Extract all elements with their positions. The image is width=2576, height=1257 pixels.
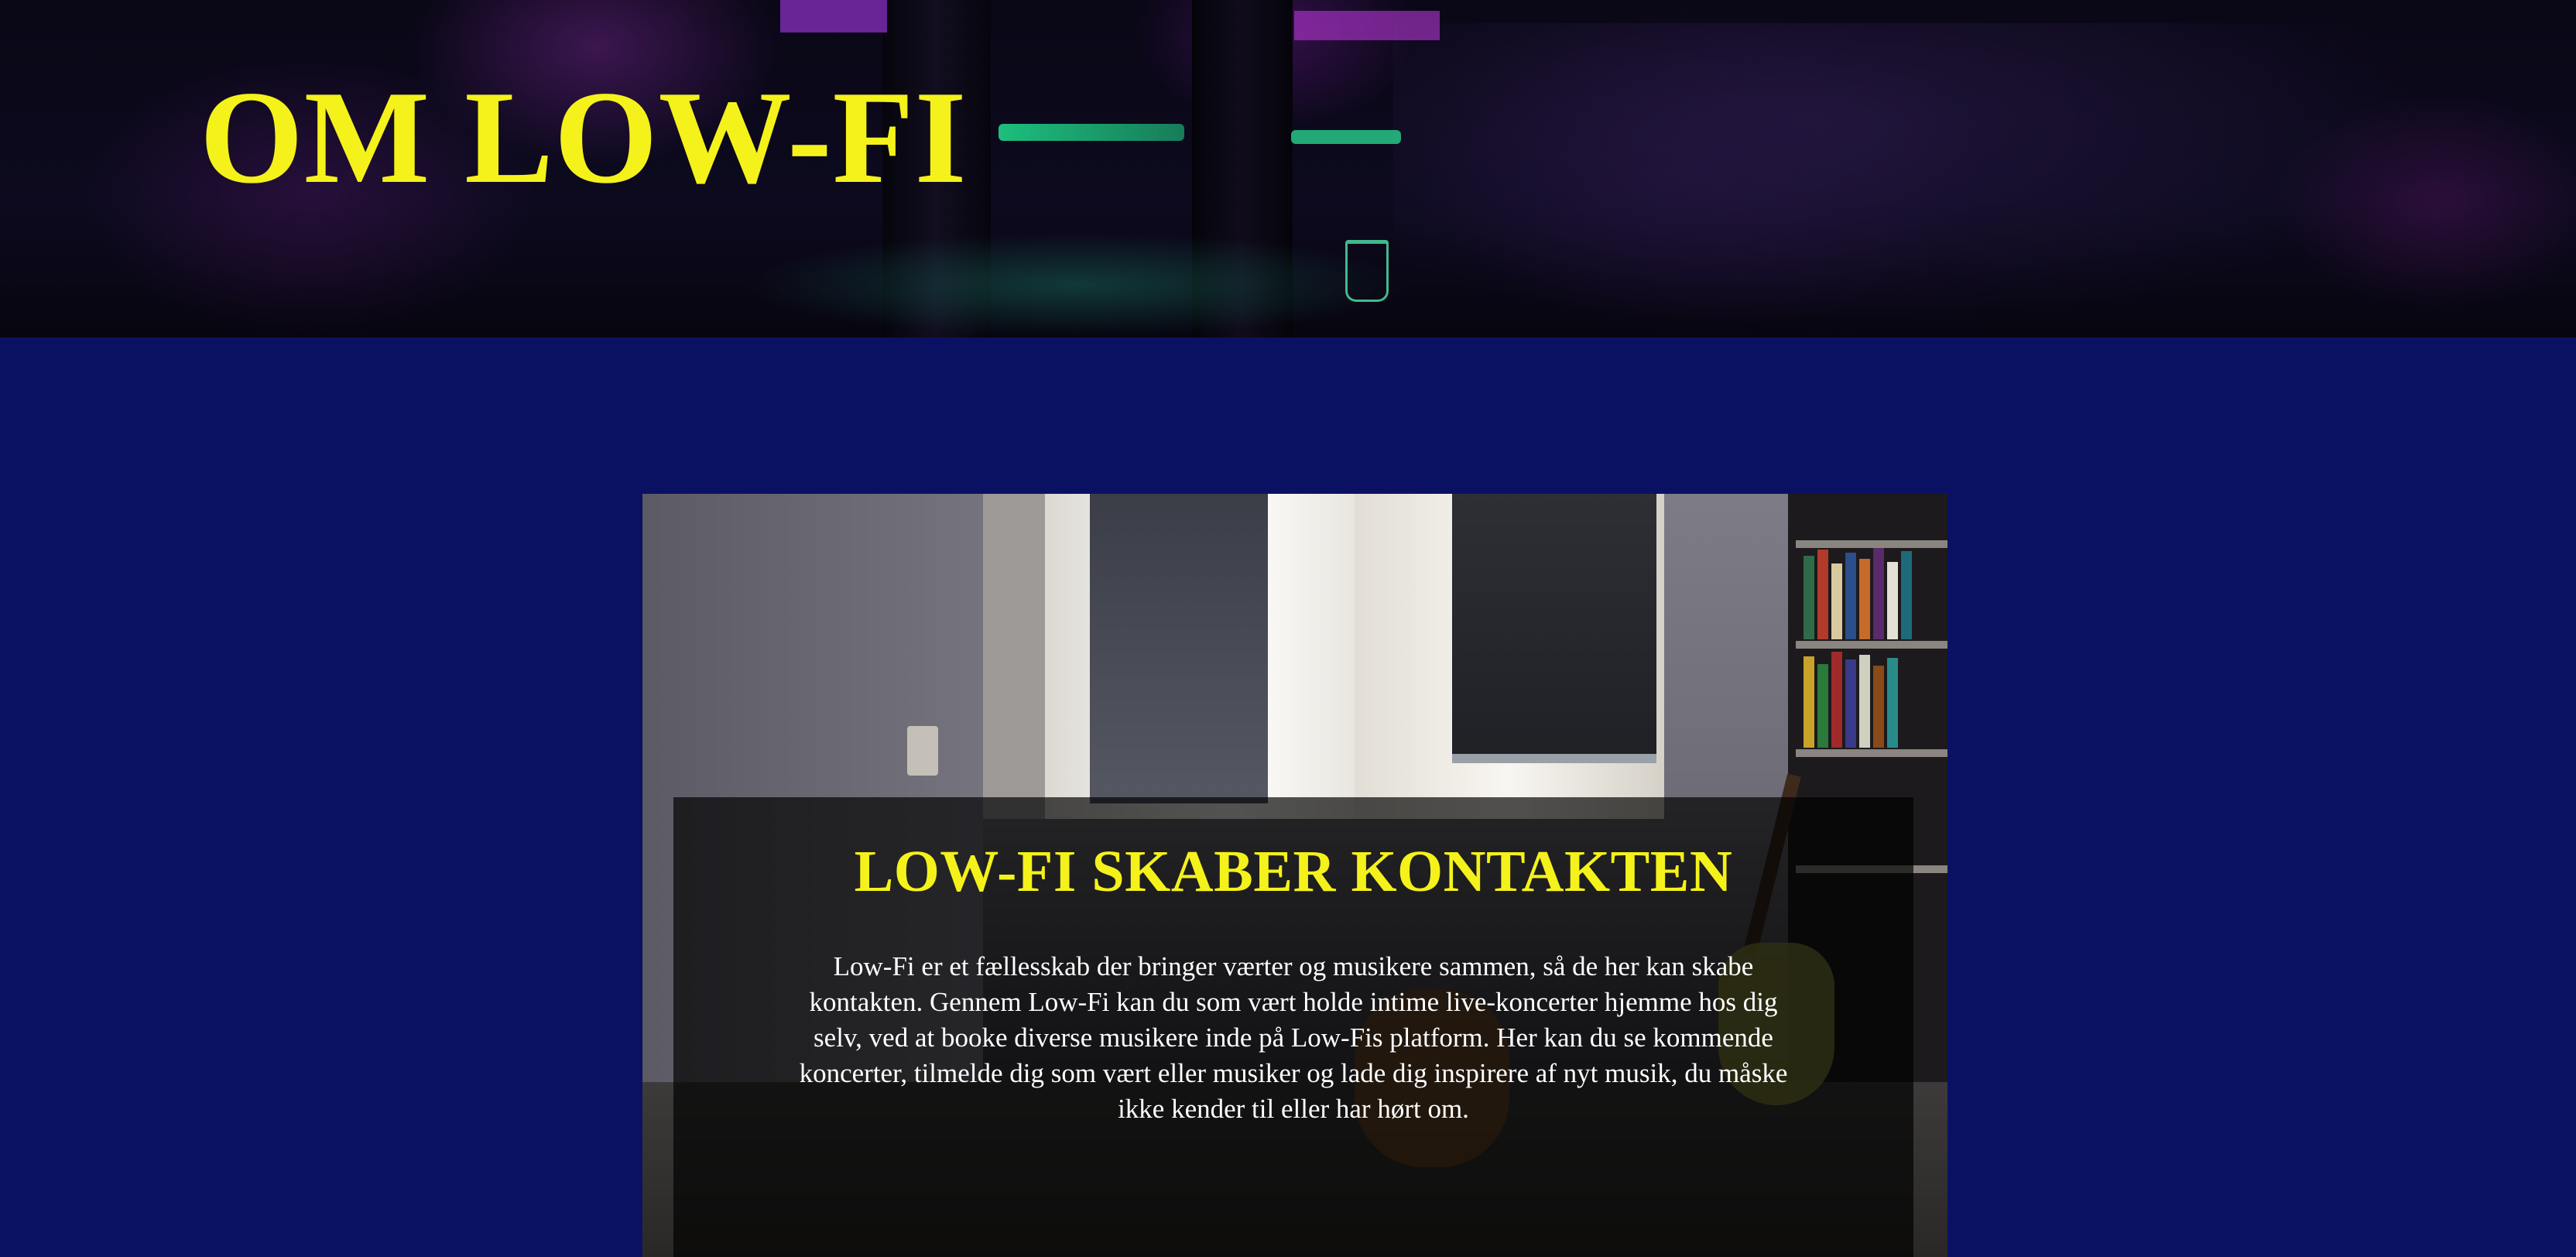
image-decor bbox=[907, 726, 938, 776]
hero-background-image bbox=[1393, 23, 2477, 337]
hero-decor bbox=[1345, 240, 1389, 302]
image-decor bbox=[1090, 494, 1268, 803]
hero-decor bbox=[1291, 130, 1401, 144]
image-decor bbox=[1817, 664, 1828, 748]
image-decor bbox=[1796, 540, 1947, 548]
hero-banner: OM LOW-FI bbox=[0, 0, 2576, 337]
image-decor bbox=[1845, 659, 1856, 748]
hero-decor bbox=[999, 124, 1184, 141]
image-decor bbox=[1452, 754, 1656, 763]
about-section: LOW-FI SKABER KONTAKTEN Low-Fi er et fæl… bbox=[642, 494, 1947, 1257]
about-paragraph: Low-Fi er et fællesskab der bringer vært… bbox=[799, 951, 1788, 1124]
image-decor bbox=[1796, 749, 1947, 757]
image-decor bbox=[1859, 655, 1870, 748]
image-decor bbox=[1796, 641, 1947, 649]
hero-decor bbox=[1294, 11, 1440, 40]
image-decor bbox=[1859, 559, 1870, 639]
image-decor bbox=[1831, 563, 1842, 639]
image-decor bbox=[1901, 551, 1912, 639]
image-decor bbox=[983, 494, 1045, 819]
image-decor bbox=[1804, 656, 1814, 748]
image-decor bbox=[1831, 652, 1842, 748]
image-decor bbox=[1804, 556, 1814, 639]
image-decor bbox=[1845, 553, 1856, 639]
image-decor bbox=[1817, 550, 1828, 639]
image-decor bbox=[1887, 658, 1898, 748]
hero-decor bbox=[780, 0, 887, 33]
hero-decor bbox=[743, 232, 1409, 337]
image-decor bbox=[1452, 494, 1656, 757]
page-title: OM LOW-FI bbox=[200, 64, 968, 211]
image-decor bbox=[1887, 562, 1898, 639]
about-text-panel: LOW-FI SKABER KONTAKTEN Low-Fi er et fæl… bbox=[673, 797, 1913, 1257]
section-heading: LOW-FI SKABER KONTAKTEN bbox=[854, 839, 1733, 904]
image-decor bbox=[1873, 548, 1884, 639]
image-decor bbox=[1873, 666, 1884, 748]
